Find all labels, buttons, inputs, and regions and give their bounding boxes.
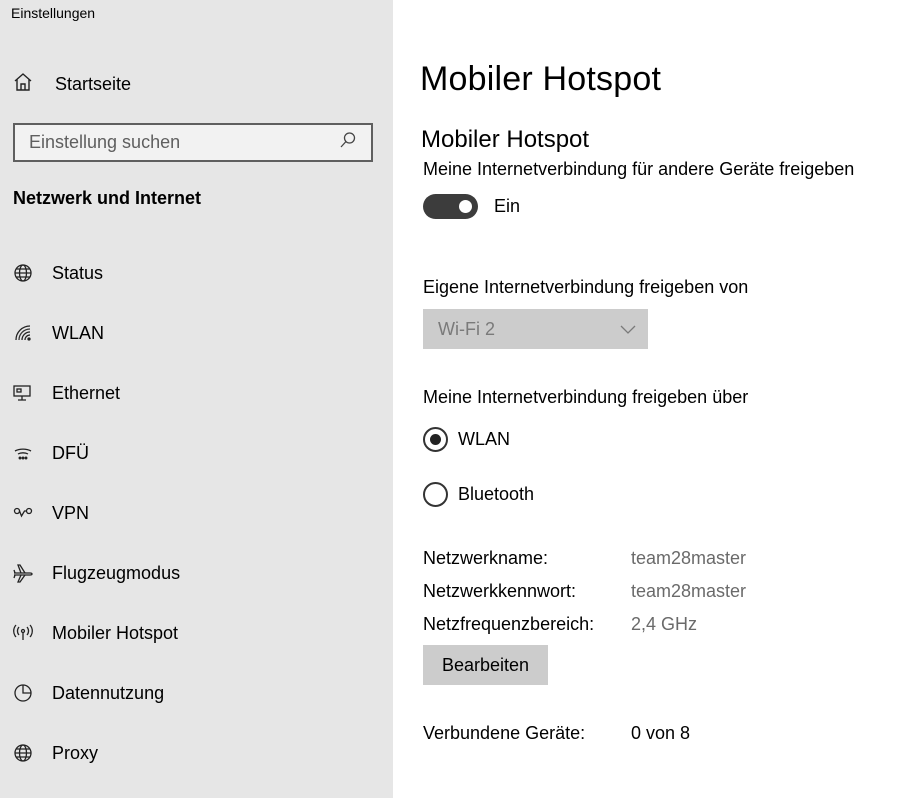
section-title: Mobiler Hotspot: [421, 126, 590, 153]
radio-button[interactable]: [423, 427, 448, 452]
globe-icon: [12, 742, 34, 764]
dropdown-value: Wi-Fi 2: [438, 318, 495, 339]
sidebar-item-proxy[interactable]: Proxy: [0, 723, 393, 783]
network-name-value: team28master: [631, 548, 747, 568]
share-from-label: Eigene Internetverbindung freigeben von: [423, 277, 749, 297]
globe-icon: [12, 262, 34, 284]
sidebar: Einstellungen Startseite Netzwerk und In…: [0, 0, 393, 798]
dialup-icon: [12, 442, 34, 464]
share-over-label: Meine Internetverbindung freigeben über: [423, 387, 749, 407]
network-name-label: Netzwerkname:: [423, 548, 549, 568]
share-label: Meine Internetverbindung für andere Gerä…: [423, 159, 855, 179]
search-input[interactable]: [29, 132, 339, 153]
sidebar-item-data-usage[interactable]: Datennutzung: [0, 663, 393, 723]
hotspot-icon: [12, 622, 34, 644]
radio-button[interactable]: [423, 482, 448, 507]
sidebar-item-ethernet[interactable]: Ethernet: [0, 363, 393, 423]
sidebar-item-label: Proxy: [52, 742, 99, 763]
app-title: Einstellungen: [11, 5, 96, 21]
toggle-state-label: Ein: [494, 196, 521, 216]
sidebar-item-label: Flugzeugmodus: [52, 562, 181, 583]
airplane-icon: [12, 562, 34, 584]
sidebar-item-dfu[interactable]: DFÜ: [0, 423, 393, 483]
sidebar-item-label: Status: [52, 262, 104, 283]
radio-label: WLAN: [458, 429, 511, 449]
sidebar-item-mobile-hotspot[interactable]: Mobiler Hotspot: [0, 603, 393, 663]
hotspot-toggle-row: Ein: [423, 194, 520, 219]
sidebar-item-label: WLAN: [52, 322, 105, 343]
edit-button[interactable]: Bearbeiten: [423, 645, 548, 685]
toggle-knob: [459, 200, 472, 213]
radio-bluetooth[interactable]: Bluetooth: [423, 482, 534, 507]
sidebar-item-label: Ethernet: [52, 382, 121, 403]
home-label: Startseite: [55, 73, 132, 94]
home-icon: [12, 71, 34, 98]
band-label: Netzfrequenzbereich:: [423, 614, 595, 634]
sidebar-item-label: VPN: [52, 502, 90, 523]
connected-devices-label: Verbundene Geräte:: [423, 723, 586, 743]
network-password-label: Netzwerkkennwort:: [423, 581, 577, 601]
sidebar-item-label: Datennutzung: [52, 682, 165, 703]
sidebar-nav: Status WLAN Ethernet DFÜ VPN Flugzeugmod…: [0, 243, 393, 783]
sidebar-item-airplane-mode[interactable]: Flugzeugmodus: [0, 543, 393, 603]
network-password-value: team28master: [631, 581, 747, 601]
sidebar-item-label: Mobiler Hotspot: [52, 622, 179, 643]
radio-label: Bluetooth: [458, 484, 535, 504]
hotspot-toggle[interactable]: [423, 194, 478, 219]
sidebar-item-wlan[interactable]: WLAN: [0, 303, 393, 363]
search-box[interactable]: [13, 123, 373, 162]
sidebar-item-label: DFÜ: [52, 442, 89, 463]
data-usage-icon: [12, 682, 34, 704]
main-content: Mobiler Hotspot Mobiler Hotspot Meine In…: [393, 0, 911, 798]
connected-devices-value: 0 von 8: [631, 723, 691, 743]
chevron-down-icon: [620, 319, 636, 340]
wifi-icon: [12, 322, 34, 344]
sidebar-item-vpn[interactable]: VPN: [0, 483, 393, 543]
search-icon[interactable]: [339, 131, 357, 154]
band-value: 2,4 GHz: [631, 614, 698, 634]
sidebar-item-status[interactable]: Status: [0, 243, 393, 303]
page-title: Mobiler Hotspot: [420, 60, 662, 98]
share-from-dropdown[interactable]: Wi-Fi 2: [423, 309, 648, 349]
vpn-icon: [12, 502, 34, 524]
radio-wlan[interactable]: WLAN: [423, 427, 510, 452]
ethernet-icon: [12, 382, 34, 404]
home-link[interactable]: Startseite: [12, 70, 131, 98]
sidebar-section-title: Netzwerk und Internet: [13, 188, 202, 208]
